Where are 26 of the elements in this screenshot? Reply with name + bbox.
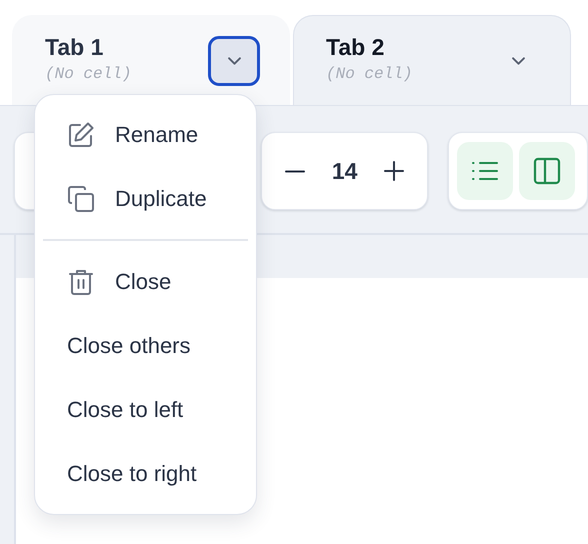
menu-item[interactable]: Close others — [35, 314, 256, 378]
menu-item[interactable]: Close to left — [35, 378, 256, 442]
tab-title: Tab 1 — [45, 34, 104, 61]
trash-icon — [67, 268, 95, 296]
menu-item[interactable]: Duplicate — [35, 167, 256, 231]
tab-title: Tab 2 — [326, 34, 386, 61]
chevron-down-icon — [512, 56, 524, 64]
tab-menu-button[interactable] — [208, 36, 260, 86]
tab[interactable]: Tab 2 (No cell) — [293, 15, 571, 105]
columns-icon — [533, 157, 561, 185]
plus-icon — [382, 160, 405, 182]
list-icon — [471, 159, 499, 183]
minus-icon — [285, 170, 306, 172]
pencil-square-icon — [67, 121, 95, 149]
menu-item[interactable]: Close — [35, 250, 256, 314]
view-button[interactable] — [457, 142, 513, 200]
increase-button[interactable] — [382, 160, 405, 182]
menu-item[interactable]: Close to right — [35, 442, 256, 506]
chevron-down-icon — [228, 56, 240, 64]
tab-subtitle: (No cell) — [45, 65, 132, 83]
tab-subtitle: (No cell) — [326, 65, 412, 83]
font-size-value: 14 — [332, 158, 358, 184]
copy-icon — [67, 185, 95, 213]
view-button[interactable] — [519, 142, 575, 200]
tab[interactable]: Tab 1 (No cell) — [12, 15, 290, 105]
menu-item[interactable]: Rename — [35, 103, 256, 167]
